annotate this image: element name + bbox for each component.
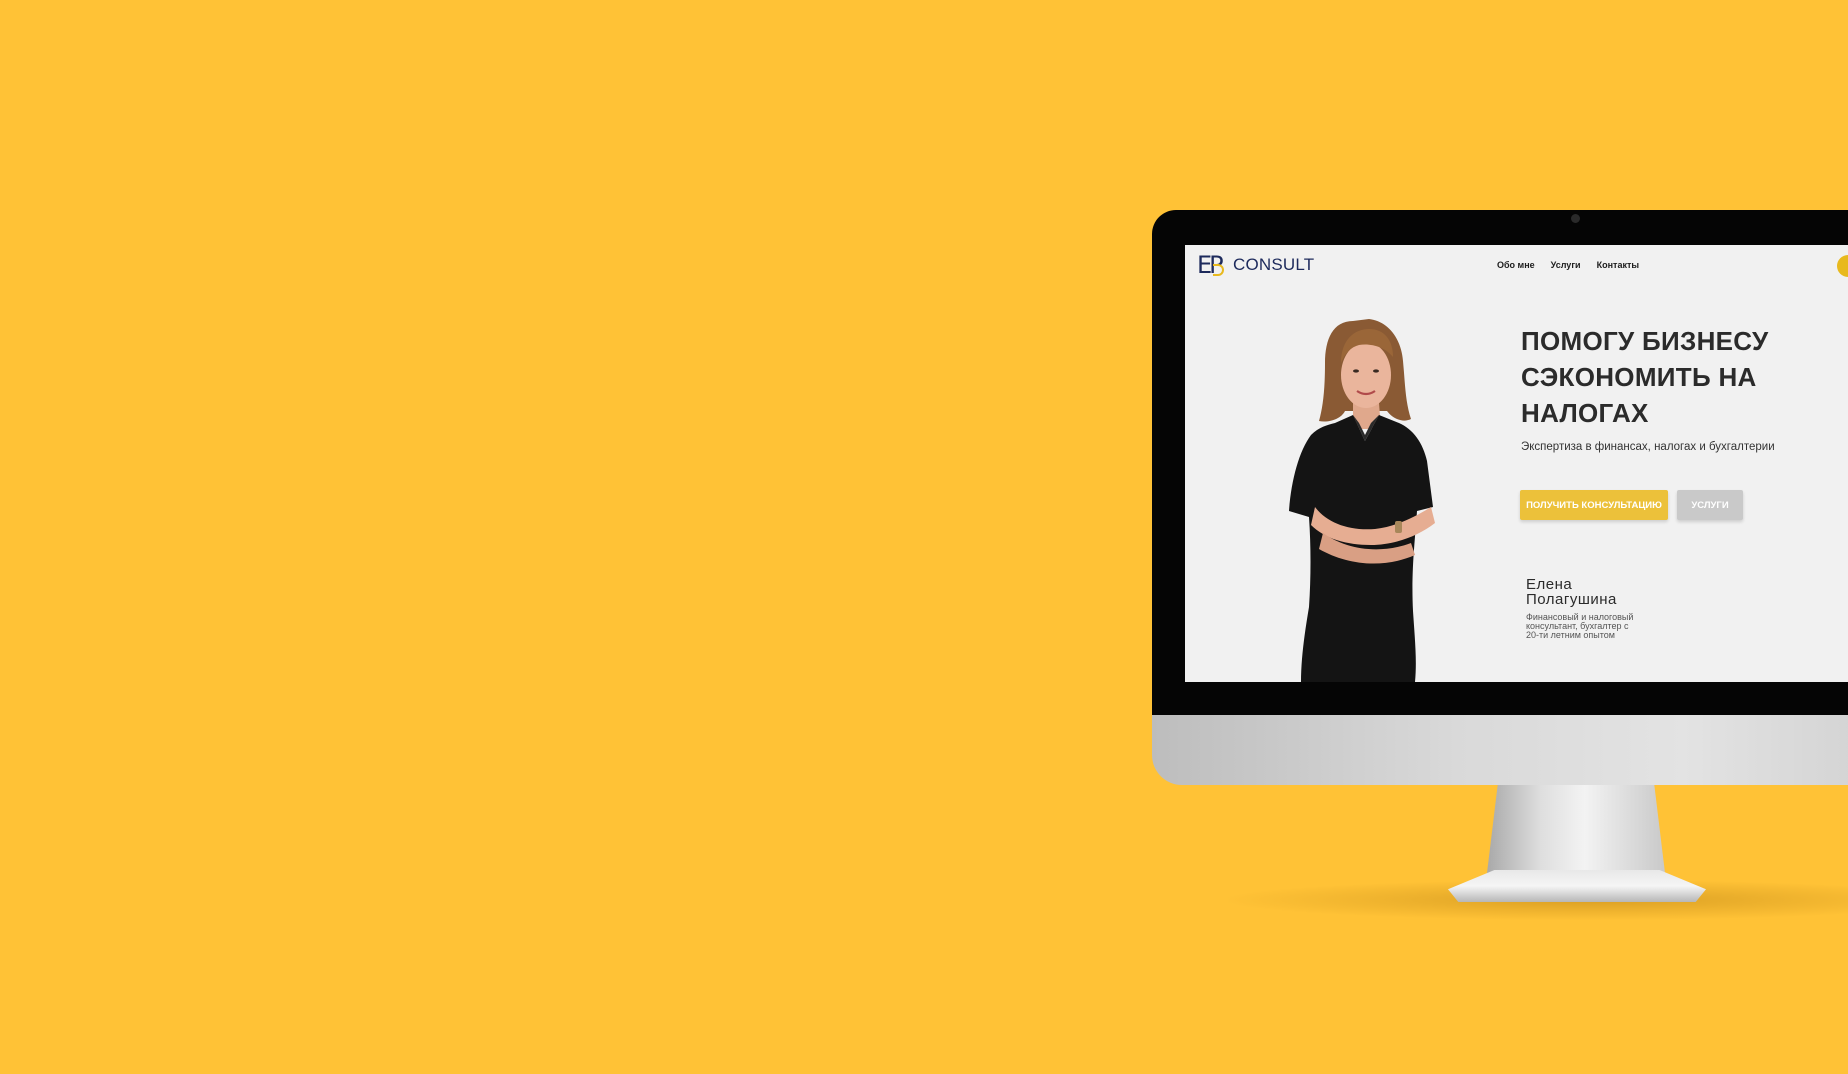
main-nav: Обо мне Услуги Контакты — [1497, 260, 1639, 270]
logo-text: CONSULT — [1233, 255, 1315, 274]
nav-link-about[interactable]: Обо мне — [1497, 260, 1535, 270]
monitor-stand-neck — [1487, 785, 1665, 873]
monitor-stand-base — [1448, 870, 1706, 902]
services-button[interactable]: УСЛУГИ — [1677, 490, 1743, 520]
ep-logo-icon: EP — [1197, 253, 1225, 277]
get-consultation-button[interactable]: ПОЛУЧИТЬ КОНСУЛЬТАЦИЮ — [1520, 490, 1668, 520]
person-caption: Елена Полагушина Финансовый и налоговый … — [1526, 577, 1666, 640]
person-description-line-3: 20-ти летним опытом — [1526, 630, 1615, 640]
hero-title-line-1: ПОМОГУ БИЗНЕСУ — [1521, 326, 1769, 356]
person-name-last: Полагушина — [1526, 591, 1617, 608]
header-cta-button[interactable] — [1837, 255, 1848, 277]
logo-accent-shape — [1213, 264, 1224, 276]
person-name-first: Елена — [1526, 576, 1573, 593]
person-photo — [1289, 319, 1435, 682]
hero-title: ПОМОГУ БИЗНЕСУ СЭКОНОМИТЬ НА НАЛОГАХ — [1521, 323, 1821, 431]
camera-icon — [1571, 214, 1580, 223]
hero-subtitle: Экспертиза в финансах, налогах и бухгалт… — [1521, 441, 1775, 453]
hero-title-line-2: СЭКОНОМИТЬ НА — [1521, 362, 1757, 392]
nav-link-services[interactable]: Услуги — [1551, 260, 1581, 270]
monitor-chin — [1152, 715, 1848, 785]
nav-link-contacts[interactable]: Контакты — [1597, 260, 1639, 270]
site-header: EP CONSULT Обо мне Услуги Контакты — [1185, 245, 1848, 287]
yellow-background: EP CONSULT Обо мне Услуги Контакты ПОМОГ… — [0, 0, 1848, 1074]
person-description: Финансовый и налоговый консультант, бухг… — [1526, 613, 1666, 640]
hero-title-line-3: НАЛОГАХ — [1521, 398, 1649, 428]
site-logo[interactable]: EP CONSULT — [1197, 253, 1314, 277]
website-screen: EP CONSULT Обо мне Услуги Контакты ПОМОГ… — [1185, 245, 1848, 682]
